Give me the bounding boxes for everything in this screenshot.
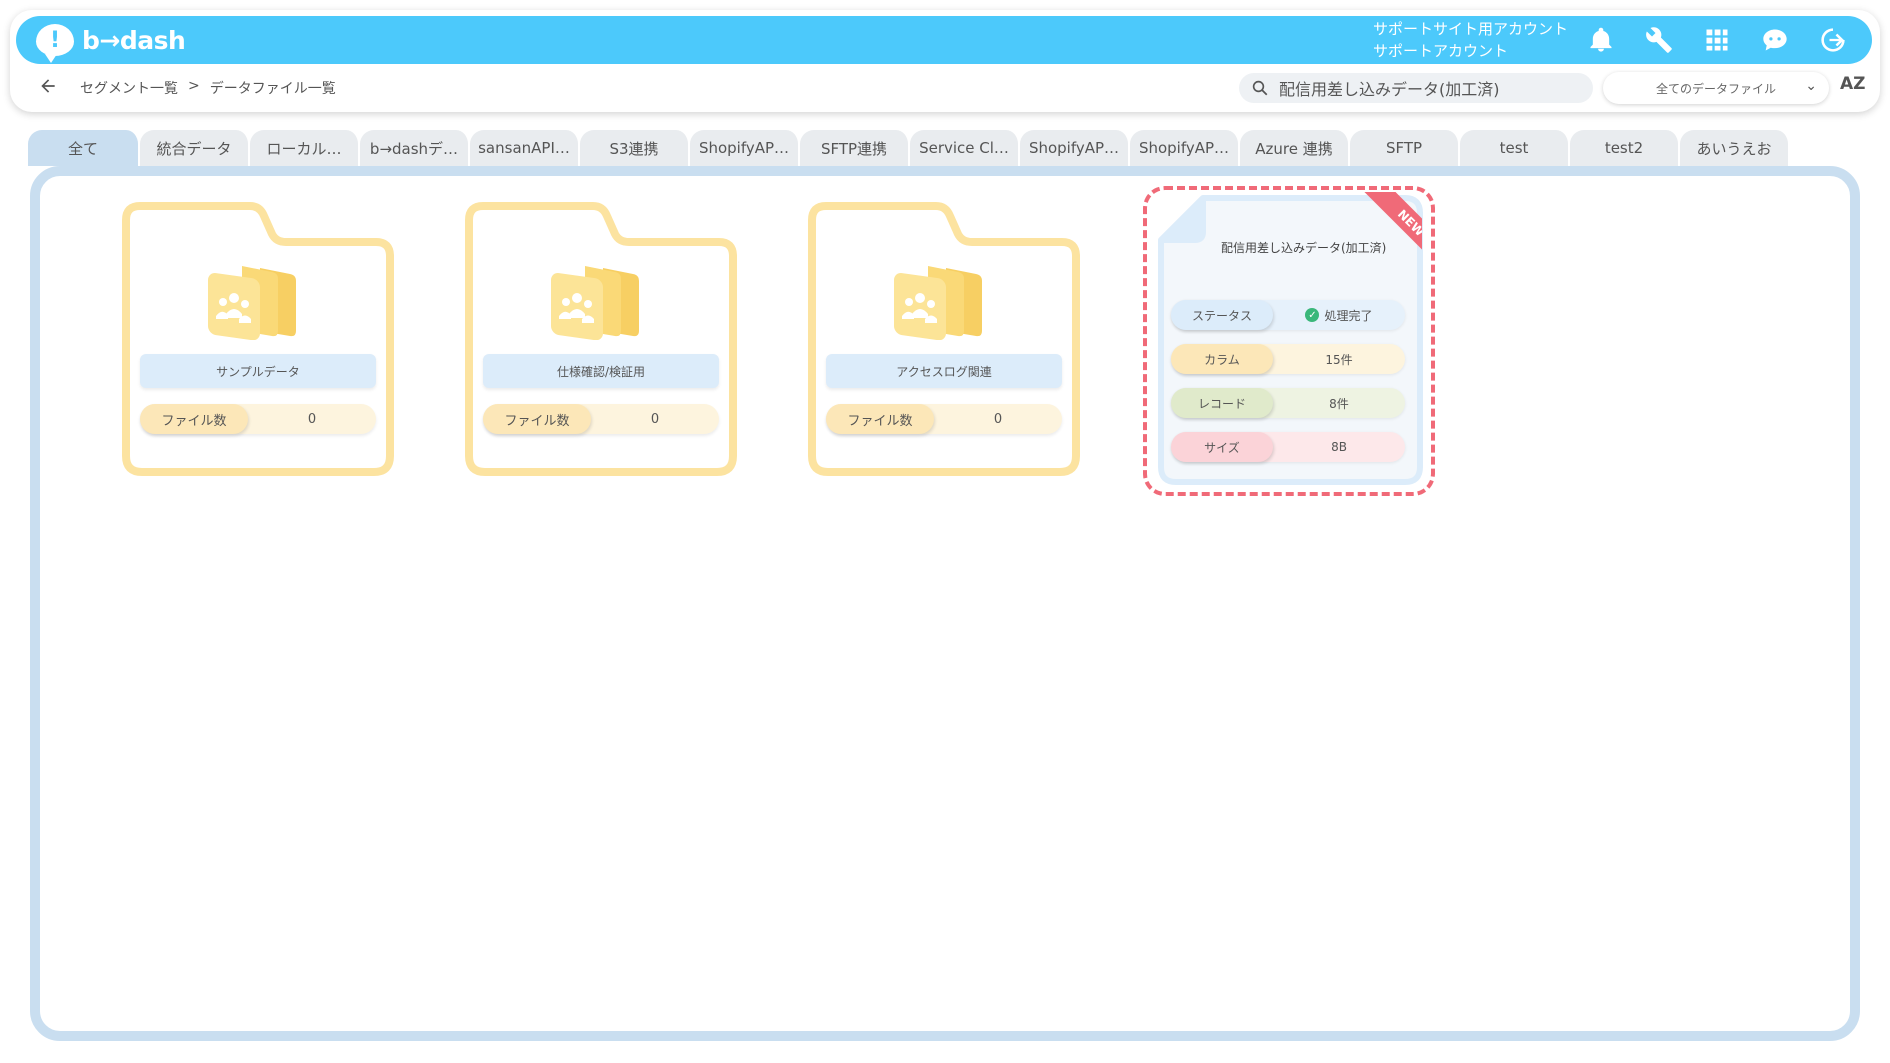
tab-2[interactable]: ローカル… [250,130,360,166]
column-row: カラム 15件 [1171,344,1405,374]
breadcrumb-datafile-list: データファイル一覧 [209,81,336,97]
chevron-down-icon: ⌄ [1805,78,1817,94]
file-count-label: ファイル数 [140,404,248,434]
folder-name: サンプルデータ [140,354,376,388]
file-count-value: 0 [993,411,1003,427]
file-title: 配信用差し込みデータ(加工済) [1221,241,1387,255]
tab-8[interactable]: Service Cl… [910,130,1020,166]
folder-file-count: ファイル数 0 [826,404,1062,434]
folder-file-count: ファイル数 0 [483,404,719,434]
tab-1[interactable]: 統合データ [140,130,250,166]
wrench-icon[interactable] [1644,25,1674,55]
tab-15[interactable]: あいうえお [1680,130,1790,166]
tab-0[interactable]: 全て [28,130,140,166]
search-input[interactable] [1279,78,1579,98]
filter-selected: 全てのデータファイル [1655,81,1776,96]
tab-7[interactable]: SFTP連携 [800,130,910,166]
folder-file-count: ファイル数 0 [140,404,376,434]
status-label: ステータス [1171,300,1273,330]
tab-4[interactable]: sansanAPI… [470,130,580,166]
sub-bar: セグメント一覧 > データファイル一覧 全てのデータファイル ⌄ AZ [16,68,1872,108]
column-label: カラム [1171,344,1273,374]
folder-card[interactable]: サンプルデータ ファイル数 0 [120,200,396,480]
account-info[interactable]: サポートサイト用アカウント サポートアカウント [1373,18,1568,62]
sort-az-button[interactable]: AZ [1840,74,1865,94]
file-count-value: 0 [307,411,317,427]
file-count-label: ファイル数 [483,404,591,434]
logout-icon[interactable] [1818,25,1848,55]
size-value: 8B [1331,440,1347,454]
tab-11[interactable]: Azure 連携 [1240,130,1350,166]
status-value: 処理完了 [1324,308,1373,323]
breadcrumb-segment-list[interactable]: セグメント一覧 [80,78,178,98]
account-site: サポートサイト用アカウント [1373,20,1569,38]
top-bar: ! b→dash サポートサイト用アカウント サポートアカウント [16,16,1872,64]
size-label: サイズ [1171,432,1273,462]
size-row: サイズ 8B [1171,432,1405,462]
breadcrumb-separator: > [188,78,200,94]
folder-card[interactable]: 仕様確認/検証用 ファイル数 0 [463,200,739,480]
folder-shape [465,202,737,476]
column-value: 15件 [1325,352,1353,367]
search-icon [1252,80,1268,96]
file-count-value: 0 [650,411,660,427]
apps-grid-icon[interactable] [1702,25,1732,55]
search-box[interactable] [1239,73,1593,103]
folder-shape [808,202,1080,476]
folder-group-icon [894,266,982,340]
category-tabs: 全て 統合データ ローカル… b→dashデ… sansanAPI… S3連携 Shopif… [28,130,1790,166]
arrow-left-icon[interactable] [38,76,62,100]
folder-group-icon [208,266,296,340]
bell-icon[interactable] [1586,25,1616,55]
folder-name: 仕様確認/検証用 [483,354,719,388]
logo-text: b→dash [82,25,186,55]
record-row: レコード 8件 [1171,388,1405,418]
folder-name: アクセスログ関連 [826,354,1062,388]
support-chat-icon[interactable] [1760,25,1790,55]
folder-card[interactable]: アクセスログ関連 ファイル数 0 [806,200,1082,480]
tab-6[interactable]: ShopifyAP… [690,130,800,166]
check-circle-icon: ✓ [1305,308,1320,322]
record-label: レコード [1171,388,1273,418]
data-file-card[interactable]: NEW 配信用差し込みデータ(加工済) ステータス ✓ 処理完了 カラム 15件… [1153,190,1428,488]
status-value-wrap: ✓ 処理完了 [1273,300,1405,330]
record-value: 8件 [1329,396,1349,411]
account-name: サポートアカウント [1373,42,1509,60]
tab-9[interactable]: ShopifyAP… [1020,130,1130,166]
folder-group-icon [551,266,639,340]
tab-5[interactable]: S3連携 [580,130,690,166]
file-type-filter-select[interactable]: 全てのデータファイル ⌄ [1603,72,1829,104]
folder-shape [122,202,394,476]
logo-bubble-icon: ! [36,24,74,63]
breadcrumb: セグメント一覧 > データファイル一覧 [80,78,336,98]
file-count-label: ファイル数 [826,404,934,434]
logo[interactable]: ! b→dash [36,24,186,63]
status-row: ステータス ✓ 処理完了 [1171,300,1405,330]
tab-14[interactable]: test2 [1570,130,1680,166]
tab-10[interactable]: ShopifyAP… [1130,130,1240,166]
tab-3[interactable]: b→dashデ… [360,130,470,166]
tab-12[interactable]: SFTP [1350,130,1460,166]
tab-13[interactable]: test [1460,130,1570,166]
